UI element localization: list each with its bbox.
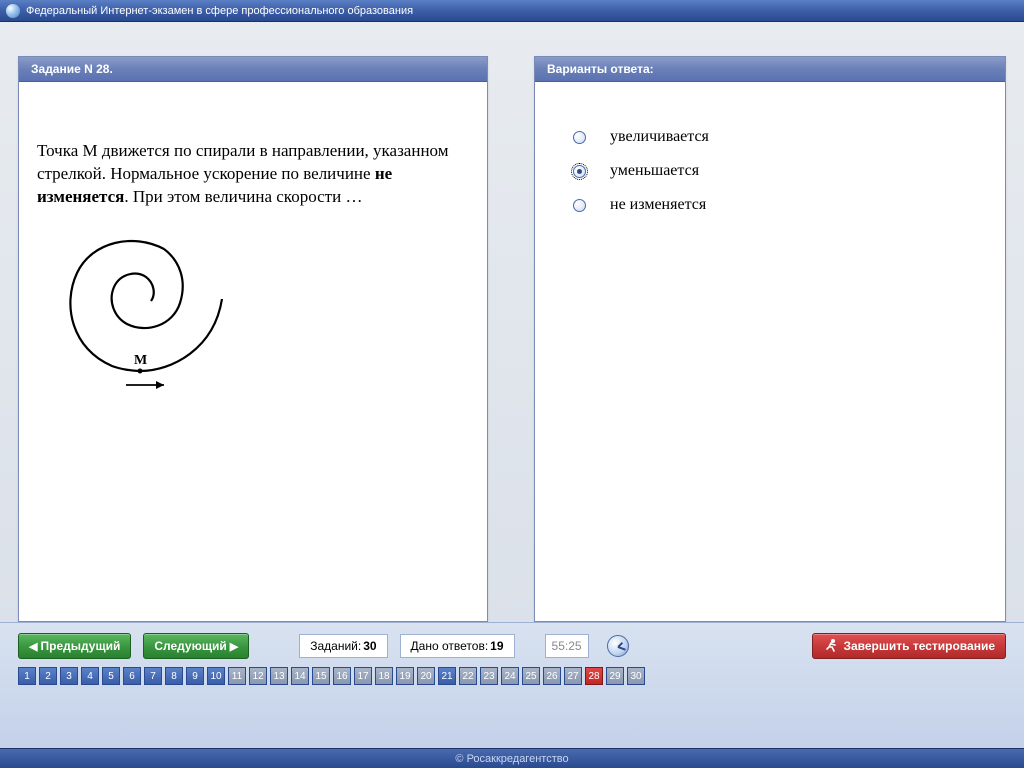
question-nav-30[interactable]: 30 <box>627 667 645 685</box>
answers-header: Варианты ответа: <box>535 57 1005 82</box>
question-nav-10[interactable]: 10 <box>207 667 225 685</box>
question-nav-7[interactable]: 7 <box>144 667 162 685</box>
question-nav-28[interactable]: 28 <box>585 667 603 685</box>
question-nav-29[interactable]: 29 <box>606 667 624 685</box>
answer-label: уменьшается <box>610 162 699 180</box>
question-nav-16[interactable]: 16 <box>333 667 351 685</box>
answer-option-2[interactable]: не изменяется <box>553 188 987 222</box>
question-nav-1[interactable]: 1 <box>18 667 36 685</box>
question-nav-22[interactable]: 22 <box>459 667 477 685</box>
radio-icon[interactable] <box>573 165 586 178</box>
runner-icon <box>823 638 839 654</box>
point-label: M <box>134 353 147 368</box>
question-nav-26[interactable]: 26 <box>543 667 561 685</box>
globe-icon <box>6 4 20 18</box>
answer-label: увеличивается <box>610 128 709 146</box>
timer-box: 55:25 <box>545 634 589 658</box>
footer: ◀ Предыдущий Следующий ▶ Заданий: 30 Дан… <box>0 622 1024 768</box>
titlebar: Федеральный Интернет-экзамен в сфере про… <box>0 0 1024 22</box>
question-text: Точка M движется по спирали в направлени… <box>37 140 469 209</box>
question-nav-8[interactable]: 8 <box>165 667 183 685</box>
question-nav-14[interactable]: 14 <box>291 667 309 685</box>
radio-icon[interactable] <box>573 131 586 144</box>
next-button[interactable]: Следующий ▶ <box>143 633 249 659</box>
total-label: Заданий: <box>310 639 361 653</box>
timer-value: 55:25 <box>552 639 582 653</box>
question-nav-27[interactable]: 27 <box>564 667 582 685</box>
next-label: Следующий <box>154 639 226 653</box>
answer-option-1[interactable]: уменьшается <box>553 154 987 188</box>
radio-icon[interactable] <box>573 199 586 212</box>
question-nav-9[interactable]: 9 <box>186 667 204 685</box>
app-title: Федеральный Интернет-экзамен в сфере про… <box>26 5 413 17</box>
question-nav-2[interactable]: 2 <box>39 667 57 685</box>
question-nav-17[interactable]: 17 <box>354 667 372 685</box>
question-nav-15[interactable]: 15 <box>312 667 330 685</box>
total-tasks-box: Заданий: 30 <box>299 634 387 658</box>
copyright: © Росаккредагентство <box>0 748 1024 768</box>
answers-panel: Варианты ответа: увеличивается уменьшаетс… <box>534 56 1006 622</box>
arrow-right-icon: ▶ <box>227 640 239 653</box>
question-nav-11[interactable]: 11 <box>228 667 246 685</box>
question-nav-19[interactable]: 19 <box>396 667 414 685</box>
question-nav-20[interactable]: 20 <box>417 667 435 685</box>
question-nav-18[interactable]: 18 <box>375 667 393 685</box>
clock-icon <box>607 635 629 657</box>
question-nav-12[interactable]: 12 <box>249 667 267 685</box>
question-nav-23[interactable]: 23 <box>480 667 498 685</box>
finish-button[interactable]: Завершить тестирование <box>812 633 1006 659</box>
arrow-left-icon: ◀ <box>29 640 41 653</box>
question-nav-5[interactable]: 5 <box>102 667 120 685</box>
answered-label: Дано ответов: <box>411 639 489 653</box>
prev-label: Предыдущий <box>41 639 121 653</box>
prev-button[interactable]: ◀ Предыдущий <box>18 633 131 659</box>
question-grid: 1234567891011121314151617181920212223242… <box>0 667 1024 685</box>
question-nav-3[interactable]: 3 <box>60 667 78 685</box>
question-header: Задание N 28. <box>19 57 487 82</box>
answered-box: Дано ответов: 19 <box>400 634 515 658</box>
question-nav-25[interactable]: 25 <box>522 667 540 685</box>
answer-label: не изменяется <box>610 196 706 214</box>
question-nav-21[interactable]: 21 <box>438 667 456 685</box>
question-panel: Задание N 28. Точка M движется по спирал… <box>18 56 488 622</box>
spiral-figure: M <box>32 221 469 404</box>
finish-label: Завершить тестирование <box>843 639 995 653</box>
question-part-2: . При этом величина скорости … <box>124 187 362 206</box>
total-value: 30 <box>363 639 376 653</box>
question-nav-4[interactable]: 4 <box>81 667 99 685</box>
question-nav-6[interactable]: 6 <box>123 667 141 685</box>
question-nav-13[interactable]: 13 <box>270 667 288 685</box>
answer-option-0[interactable]: увеличивается <box>553 120 987 154</box>
answered-value: 19 <box>490 639 503 653</box>
question-nav-24[interactable]: 24 <box>501 667 519 685</box>
